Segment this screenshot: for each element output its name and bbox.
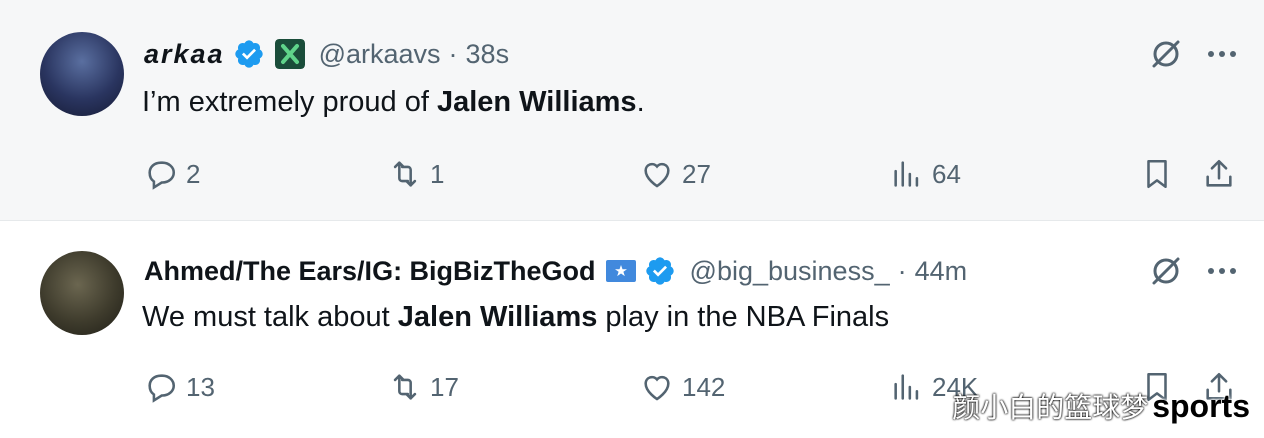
timestamp[interactable]: 38s [466,39,510,70]
more-options-icon[interactable] [1206,261,1238,281]
bookmark-button[interactable] [1140,150,1174,198]
tweet-text: We must talk about Jalen Williams play i… [142,301,890,333]
retweet-icon [393,161,417,187]
tweet-header: arkaa @arkaavs · 38s [144,36,509,72]
share-icon [1206,159,1232,187]
like-count: 142 [682,371,726,402]
reply-button[interactable]: 13 [144,363,215,411]
reply-count: 13 [186,371,215,402]
views-chart-icon [894,374,919,400]
heart-icon [644,162,670,188]
like-button[interactable]: 142 [640,363,725,411]
watermark-cn-text: 颜小白的篮球梦 [952,392,1149,423]
tweet-text: I’m extremely proud of Jalen Williams. [142,86,645,118]
action-bar: 2 1 27 64 [0,150,1264,198]
verified-badge-icon[interactable] [644,255,676,287]
watermark: 颜小白的篮球梦 sports [952,386,1250,426]
retweet-icon [393,374,417,400]
timestamp[interactable]: 44m [915,256,968,287]
retweet-count: 1 [430,158,445,189]
share-button[interactable] [1202,150,1236,198]
tweet-text-mention: Jalen Williams [436,86,637,118]
reply-icon [148,374,176,403]
retweet-count: 17 [430,371,459,402]
separator-dot: · [448,38,458,69]
views-button[interactable]: 64 [890,150,961,198]
avatar[interactable] [40,32,124,116]
reply-icon [148,161,176,190]
grok-icon[interactable] [1148,36,1184,72]
affiliate-badge-icon[interactable] [274,39,305,69]
views-chart-icon [894,161,919,187]
heart-icon [644,375,670,401]
avatar[interactable] [40,251,124,335]
flag-badge-icon [605,260,636,282]
views-count: 64 [932,158,961,189]
retweet-button[interactable]: 17 [388,363,459,411]
separator-dot: · [897,255,907,286]
more-options-icon[interactable] [1206,44,1238,64]
tweet-text-mention: Jalen Williams [397,301,598,333]
verified-badge-icon[interactable] [233,38,265,70]
retweet-button[interactable]: 1 [388,150,444,198]
grok-icon[interactable] [1148,253,1184,289]
like-count: 27 [682,158,711,189]
reply-count: 2 [186,158,201,189]
author-handle[interactable]: @arkaavs [319,39,441,70]
author-name[interactable]: arkaa [144,39,225,70]
author-name[interactable]: Ahmed/The Ears/IG: BigBizTheGod [144,256,596,287]
bookmark-icon [1147,159,1167,189]
tweet-card[interactable]: arkaa @arkaavs · 38s I’m extremely proud… [0,0,1264,220]
author-handle[interactable]: @big_business_ [690,256,890,287]
tweet-header: Ahmed/The Ears/IG: BigBizTheGod @big_bus… [144,253,967,289]
watermark-en-text: sports [1152,387,1250,424]
reply-button[interactable]: 2 [144,150,200,198]
like-button[interactable]: 27 [640,150,711,198]
